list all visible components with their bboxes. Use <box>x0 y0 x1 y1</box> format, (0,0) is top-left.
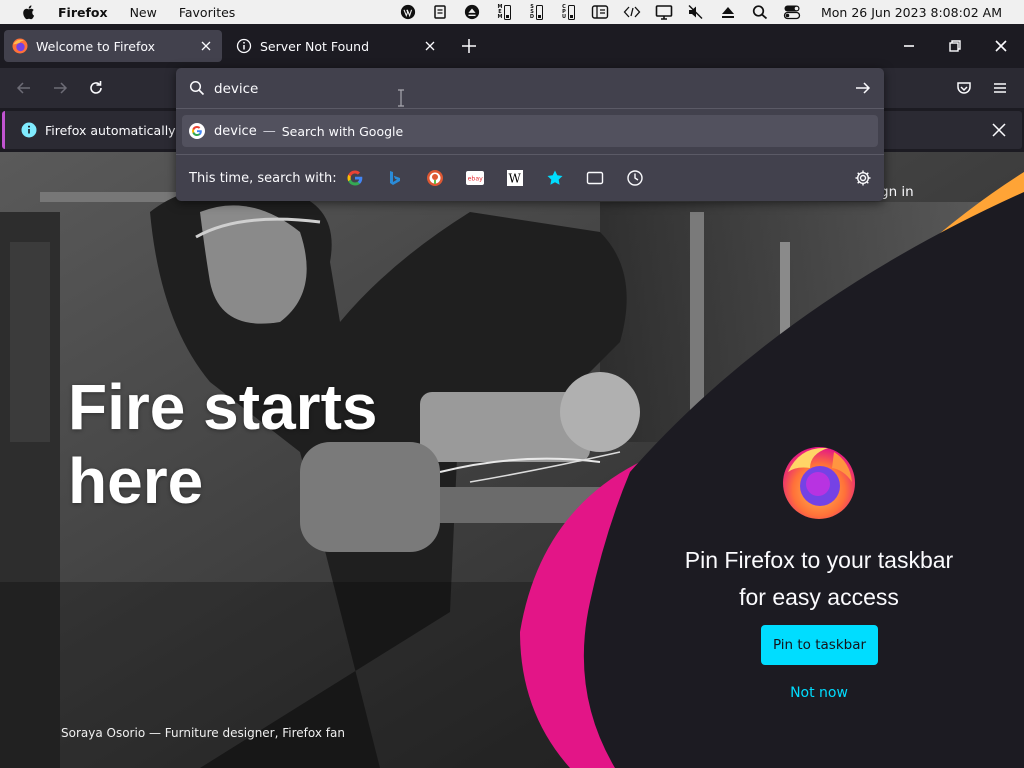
eject-circle-icon[interactable] <box>461 4 483 20</box>
reload-button[interactable] <box>86 78 106 98</box>
address-bar-popup: device — Search with Google This time, s… <box>176 68 884 201</box>
info-icon <box>236 38 252 54</box>
tab-welcome-to-firefox[interactable]: Welcome to Firefox <box>4 30 222 62</box>
clipboard-icon[interactable] <box>429 4 451 20</box>
bing-icon[interactable] <box>386 169 404 187</box>
close-icon <box>995 40 1007 52</box>
photo-caption: Soraya Osorio — Furniture designer, Fire… <box>61 726 345 740</box>
welcome-page: Fire starts here Soraya Osorio — Furnitu… <box>0 152 1024 768</box>
menu-app-name[interactable]: Firefox <box>58 5 108 20</box>
divider <box>176 108 884 109</box>
close-tab-icon[interactable] <box>198 38 214 54</box>
memory-meter-icon[interactable]: MEM <box>493 4 515 20</box>
mac-menu-bar: Firefox New Favorites MEM SSD CPU Mon 26… <box>0 0 1024 24</box>
display-icon[interactable] <box>653 4 675 20</box>
tab-title: Welcome to Firefox <box>36 38 156 54</box>
reload-icon <box>90 81 102 94</box>
hamburger-menu-icon <box>994 83 1006 93</box>
firefox-icon <box>12 38 28 54</box>
back-arrow-icon <box>16 82 30 94</box>
restore-icon <box>949 40 961 52</box>
close-notification-icon[interactable] <box>990 121 1008 139</box>
history-icon[interactable] <box>626 169 644 187</box>
headline-line-2: here <box>68 445 204 517</box>
hero-headline: Fire starts here <box>68 370 548 518</box>
tab-title: Server Not Found <box>260 38 370 54</box>
ssd-meter-icon[interactable]: SSD <box>525 4 547 20</box>
pin-heading: Pin Firefox to your taskbar for easy acc… <box>660 542 978 616</box>
code-brackets-icon[interactable] <box>621 4 643 20</box>
divider <box>176 154 884 155</box>
apple-icon[interactable] <box>20 3 38 21</box>
google-icon[interactable] <box>346 169 364 187</box>
minimize-button[interactable] <box>886 24 932 68</box>
cpu-meter-icon[interactable]: CPU <box>557 4 579 20</box>
wordpress-icon[interactable] <box>397 4 419 20</box>
info-icon <box>21 122 37 138</box>
forward-arrow-icon <box>54 82 68 94</box>
new-tab-icon[interactable] <box>459 36 479 56</box>
tab-server-not-found[interactable]: Server Not Found <box>228 30 446 62</box>
sidebar-list-icon[interactable] <box>589 4 611 20</box>
pin-to-taskbar-button[interactable]: Pin to taskbar <box>761 625 878 665</box>
restore-button[interactable] <box>932 24 978 68</box>
forward-button[interactable] <box>50 78 70 98</box>
back-button[interactable] <box>14 78 34 98</box>
close-window-button[interactable] <box>978 24 1024 68</box>
suggestion-term: device <box>214 123 257 139</box>
app-menu-button[interactable] <box>990 78 1010 98</box>
control-center-icon[interactable] <box>781 4 803 20</box>
tabs-icon[interactable] <box>586 169 604 187</box>
text-cursor-icon <box>398 89 404 107</box>
menu-tray: MEM SSD CPU Mon 26 Jun 2023 8:08:02 AM <box>397 0 1024 24</box>
close-tab-icon[interactable] <box>422 38 438 54</box>
suggestion-action: Search with Google <box>281 123 404 139</box>
eject-icon[interactable] <box>717 4 739 20</box>
one-off-search-label: This time, search with: <box>189 171 337 186</box>
go-arrow-icon[interactable] <box>854 80 872 96</box>
not-now-link[interactable]: Not now <box>760 685 878 701</box>
bookmarks-icon[interactable] <box>546 169 564 187</box>
pocket-button[interactable] <box>954 78 974 98</box>
search-icon <box>189 80 205 96</box>
mute-icon[interactable] <box>685 4 707 20</box>
spotlight-search-icon[interactable] <box>749 4 771 20</box>
pocket-icon <box>957 82 971 94</box>
search-suggestion-row[interactable]: device — Search with Google <box>182 115 878 147</box>
google-icon <box>189 123 205 139</box>
headline-line-1: Fire starts <box>68 371 378 443</box>
tab-strip: Welcome to Firefox Server Not Found <box>0 24 1024 68</box>
duckduckgo-icon[interactable] <box>426 169 444 187</box>
firefox-logo-icon <box>783 447 855 519</box>
minimize-icon <box>904 45 914 47</box>
pin-heading-line-1: Pin Firefox to your taskbar <box>684 547 954 573</box>
menu-clock[interactable]: Mon 26 Jun 2023 8:08:02 AM <box>821 5 1002 20</box>
suggestion-separator: — <box>262 123 276 139</box>
ebay-icon[interactable]: ebay <box>466 169 484 187</box>
pin-heading-line-2: for easy access <box>739 584 899 610</box>
address-bar-input[interactable] <box>214 78 834 100</box>
menu-favorites[interactable]: Favorites <box>179 5 235 20</box>
wikipedia-logo-text: W <box>509 172 522 186</box>
sign-in-link[interactable]: gn in <box>880 184 914 200</box>
ebay-logo-text: ebay <box>468 176 484 183</box>
search-settings-gear-icon[interactable] <box>854 169 872 187</box>
menu-new[interactable]: New <box>130 5 157 20</box>
wikipedia-icon[interactable]: W <box>506 169 524 187</box>
